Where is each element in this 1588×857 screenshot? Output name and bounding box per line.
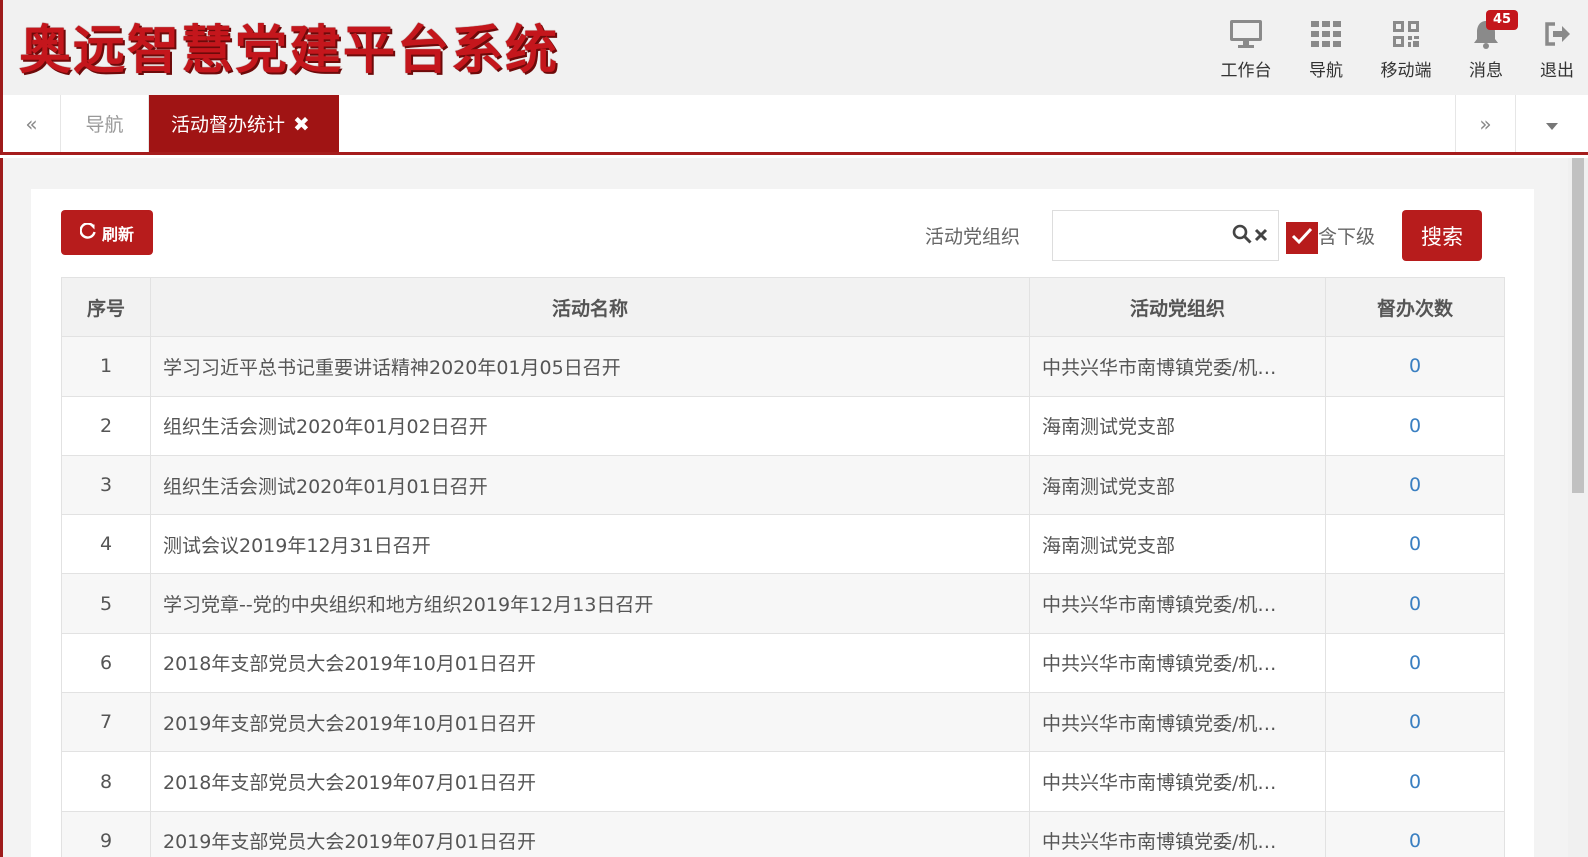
- clear-icon[interactable]: [1254, 227, 1268, 246]
- row-index: 3: [61, 454, 151, 516]
- close-icon[interactable]: ✖: [293, 112, 310, 136]
- caret-down-icon: [1546, 112, 1558, 136]
- grid-icon: [1308, 18, 1344, 50]
- row-party-org: 海南测试党支部: [1029, 395, 1326, 456]
- column-header-party-org[interactable]: 活动党组织: [1029, 276, 1326, 338]
- refresh-icon: [79, 221, 96, 243]
- scrollbar-thumb[interactable]: [1572, 158, 1584, 493]
- row-supervision-count[interactable]: 0: [1325, 395, 1505, 456]
- nav-workbench[interactable]: 工作台: [1206, 0, 1286, 95]
- row-supervision-count[interactable]: 0: [1325, 336, 1505, 397]
- search-icon[interactable]: [1232, 224, 1252, 248]
- include-sub-checkbox[interactable]: [1286, 222, 1318, 254]
- nav-messages-label: 消息: [1469, 61, 1503, 81]
- search-button[interactable]: 搜索: [1402, 210, 1482, 261]
- header-nav: 工作台 导航 移动端 45 消息 退出: [1206, 0, 1588, 95]
- nav-mobile[interactable]: 移动端: [1366, 0, 1446, 95]
- table-row[interactable]: 8 2018年支部党员大会2019年07月01日召开 中共兴华市南博镇党委/机……: [61, 751, 1505, 812]
- message-count-badge: 45: [1486, 10, 1519, 30]
- page-scrollbar[interactable]: [1568, 158, 1588, 857]
- row-activity-name: 测试会议2019年12月31日召开: [150, 514, 1030, 575]
- row-party-org: 中共兴华市南博镇党委/机…: [1029, 573, 1326, 634]
- row-index: 6: [61, 632, 151, 694]
- nav-logout[interactable]: 退出: [1526, 0, 1588, 95]
- nav-messages[interactable]: 45 消息: [1446, 0, 1526, 95]
- row-supervision-count[interactable]: 0: [1325, 810, 1505, 857]
- include-sub-label: 含下级: [1318, 226, 1376, 248]
- row-activity-name: 学习党章--党的中央组织和地方组织2019年12月13日召开: [150, 573, 1030, 634]
- refresh-button[interactable]: 刷新: [61, 210, 153, 255]
- supervision-table: 序号 活动名称 活动党组织 督办次数 1 学习习近平总书记重要讲话精神2020年…: [61, 276, 1505, 857]
- qrcode-icon: [1388, 18, 1424, 50]
- row-activity-name: 2018年支部党员大会2019年10月01日召开: [150, 632, 1030, 694]
- row-activity-name: 组织生活会测试2020年01月01日召开: [150, 454, 1030, 516]
- refresh-label: 刷新: [101, 224, 134, 244]
- table-row[interactable]: 2 组织生活会测试2020年01月02日召开 海南测试党支部 0: [61, 395, 1505, 456]
- tabs-menu-dropdown[interactable]: [1515, 95, 1588, 152]
- row-party-org: 海南测试党支部: [1029, 514, 1326, 575]
- nav-navigation-label: 导航: [1309, 61, 1343, 81]
- party-org-filter-label: 活动党组织: [925, 226, 1021, 248]
- row-supervision-count[interactable]: 0: [1325, 454, 1505, 516]
- nav-logout-label: 退出: [1540, 61, 1574, 81]
- app-title: 奥远智慧党建平台系统: [19, 21, 560, 81]
- table-row[interactable]: 6 2018年支部党员大会2019年10月01日召开 中共兴华市南博镇党委/机……: [61, 632, 1505, 694]
- tab-bar: « 导航 活动督办统计 ✖ »: [0, 95, 1588, 155]
- tab-activity-supervision-label: 活动督办统计: [171, 114, 286, 136]
- column-header-supervision-count[interactable]: 督办次数: [1325, 276, 1505, 338]
- row-supervision-count[interactable]: 0: [1325, 632, 1505, 694]
- app-header: 奥远智慧党建平台系统 工作台 导航 移动端 45 消息 退出: [0, 0, 1588, 95]
- row-party-org: 海南测试党支部: [1029, 454, 1326, 516]
- row-party-org: 中共兴华市南博镇党委/机…: [1029, 336, 1326, 397]
- table-header-row: 序号 活动名称 活动党组织 督办次数: [61, 276, 1505, 338]
- row-party-org: 中共兴华市南博镇党委/机…: [1029, 751, 1326, 812]
- row-index: 7: [61, 692, 151, 753]
- table-row[interactable]: 3 组织生活会测试2020年01月01日召开 海南测试党支部 0: [61, 454, 1505, 516]
- row-index: 1: [61, 336, 151, 397]
- party-org-input[interactable]: [1053, 211, 1213, 259]
- logout-icon: [1539, 18, 1575, 50]
- row-party-org: 中共兴华市南博镇党委/机…: [1029, 810, 1326, 857]
- row-activity-name: 2018年支部党员大会2019年07月01日召开: [150, 751, 1030, 812]
- row-index: 2: [61, 395, 151, 456]
- column-header-index[interactable]: 序号: [61, 276, 151, 338]
- row-activity-name: 2019年支部党员大会2019年10月01日召开: [150, 692, 1030, 753]
- row-party-org: 中共兴华市南博镇党委/机…: [1029, 632, 1326, 694]
- tabs-scroll-right-button[interactable]: »: [1455, 95, 1515, 152]
- monitor-icon: [1228, 18, 1264, 50]
- tab-navigation-label: 导航: [85, 114, 124, 136]
- nav-mobile-label: 移动端: [1380, 61, 1432, 81]
- table-row[interactable]: 4 测试会议2019年12月31日召开 海南测试党支部 0: [61, 514, 1505, 575]
- row-supervision-count[interactable]: 0: [1325, 751, 1505, 812]
- tabs-scroll-left-button[interactable]: «: [3, 95, 61, 152]
- row-supervision-count[interactable]: 0: [1325, 514, 1505, 575]
- row-party-org: 中共兴华市南博镇党委/机…: [1029, 692, 1326, 753]
- row-supervision-count[interactable]: 0: [1325, 692, 1505, 753]
- row-activity-name: 学习习近平总书记重要讲话精神2020年01月05日召开: [150, 336, 1030, 397]
- row-activity-name: 组织生活会测试2020年01月02日召开: [150, 395, 1030, 456]
- table-row[interactable]: 5 学习党章--党的中央组织和地方组织2019年12月13日召开 中共兴华市南博…: [61, 573, 1505, 634]
- column-header-activity-name[interactable]: 活动名称: [150, 276, 1030, 338]
- party-org-field[interactable]: [1052, 210, 1279, 261]
- nav-navigation[interactable]: 导航: [1286, 0, 1366, 95]
- row-index: 4: [61, 514, 151, 575]
- nav-workbench-label: 工作台: [1220, 61, 1272, 81]
- table-row[interactable]: 1 学习习近平总书记重要讲话精神2020年01月05日召开 中共兴华市南博镇党委…: [61, 336, 1505, 397]
- row-activity-name: 2019年支部党员大会2019年07月01日召开: [150, 810, 1030, 857]
- table-row[interactable]: 7 2019年支部党员大会2019年10月01日召开 中共兴华市南博镇党委/机……: [61, 692, 1505, 753]
- tab-navigation[interactable]: 导航: [61, 95, 149, 152]
- row-index: 8: [61, 751, 151, 812]
- table-row[interactable]: 9 2019年支部党员大会2019年07月01日召开 中共兴华市南博镇党委/机……: [61, 810, 1505, 857]
- tab-activity-supervision[interactable]: 活动督办统计 ✖: [149, 95, 339, 152]
- checkmark-icon: [1291, 227, 1313, 249]
- row-supervision-count[interactable]: 0: [1325, 573, 1505, 634]
- page: 奥远智慧党建平台系统 工作台 导航 移动端 45 消息 退出 « 导航 活动督办…: [0, 0, 1588, 857]
- row-index: 5: [61, 573, 151, 634]
- row-index: 9: [61, 810, 151, 857]
